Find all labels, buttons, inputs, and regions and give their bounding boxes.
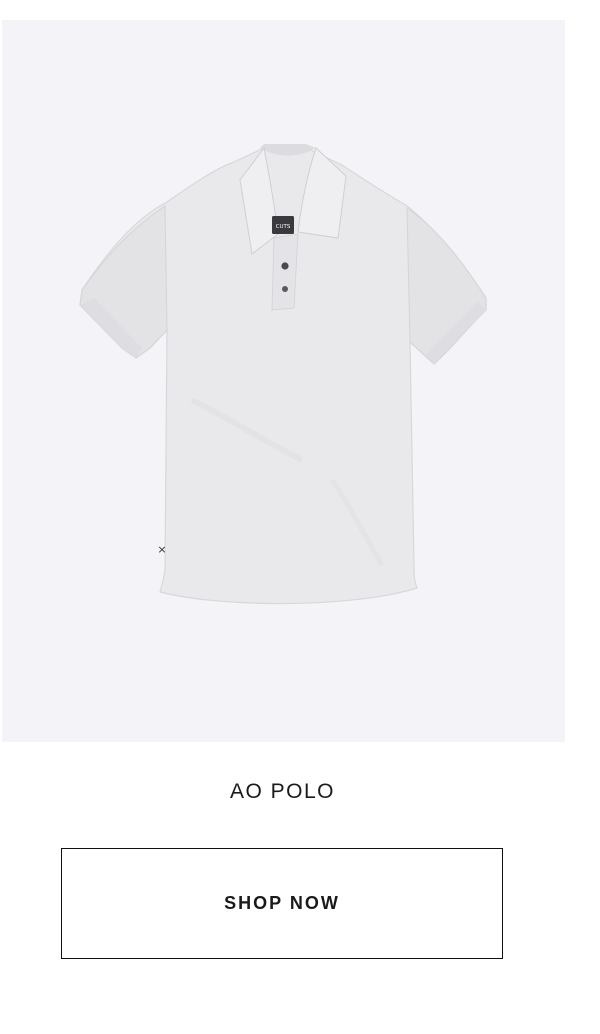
shirt-button-bottom <box>282 286 288 292</box>
polo-shirt-illustration: CUTS × <box>79 144 487 605</box>
brand-tag-text: CUTS <box>276 224 291 230</box>
product-title: AO POLO <box>229 780 336 803</box>
email-product-card: CUTS × AO POLO SHOP NOW <box>0 0 600 1034</box>
shop-now-button[interactable]: SHOP NOW <box>61 848 503 959</box>
shop-now-button-label: SHOP NOW <box>224 893 340 913</box>
hem-x-mark-icon: × <box>157 543 166 556</box>
product-image[interactable]: CUTS × <box>2 20 565 742</box>
shirt-placket <box>271 233 299 311</box>
shirt-button-top <box>281 262 289 270</box>
